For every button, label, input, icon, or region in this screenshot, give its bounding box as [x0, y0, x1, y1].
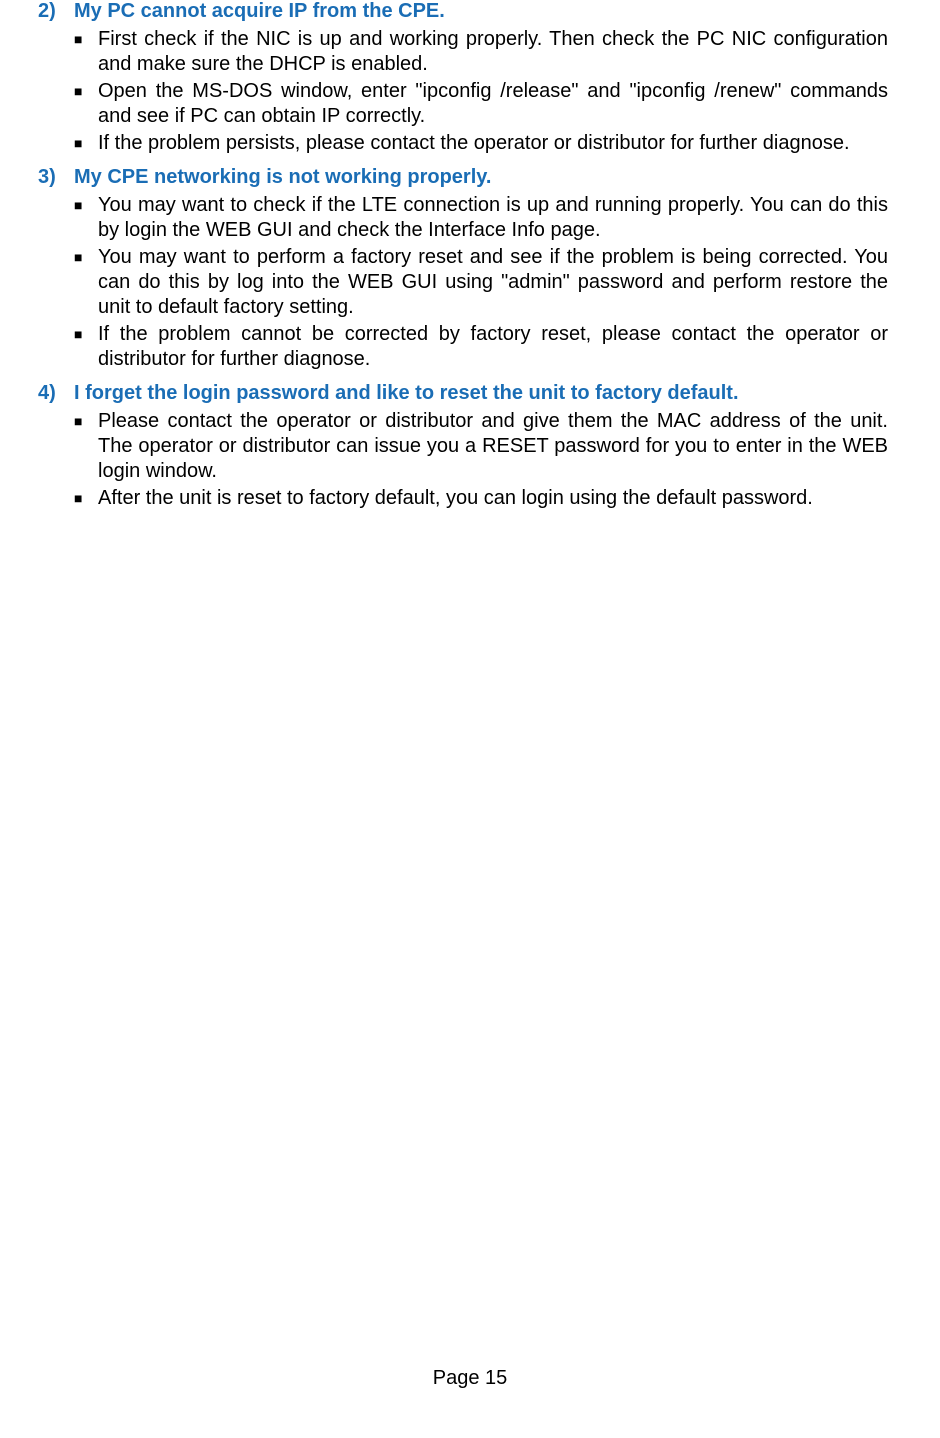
bullet-text: If the problem cannot be corrected by fa… [98, 322, 888, 372]
section-header: 4) I forget the login password and like … [38, 382, 888, 405]
list-item: ■ You may want to check if the LTE conne… [74, 193, 888, 243]
list-item: ■ If the problem persists, please contac… [74, 131, 888, 156]
section-header: 2) My PC cannot acquire IP from the CPE. [38, 0, 888, 23]
square-bullet-icon: ■ [74, 322, 98, 342]
section-number: 2) [38, 0, 74, 23]
bullet-text: After the unit is reset to factory defau… [98, 486, 888, 511]
section-title: My PC cannot acquire IP from the CPE. [74, 0, 888, 23]
list-item: ■ Please contact the operator or distrib… [74, 409, 888, 484]
section-number: 4) [38, 382, 74, 405]
section-header: 3) My CPE networking is not working prop… [38, 166, 888, 189]
faq-section-3: 3) My CPE networking is not working prop… [38, 166, 888, 372]
bullet-text: First check if the NIC is up and working… [98, 27, 888, 77]
bullet-text: Please contact the operator or distribut… [98, 409, 888, 484]
bullet-text: If the problem persists, please contact … [98, 131, 888, 156]
bullet-list: ■ Please contact the operator or distrib… [38, 409, 888, 511]
section-title: I forget the login password and like to … [74, 382, 888, 405]
bullet-list: ■ First check if the NIC is up and worki… [38, 27, 888, 156]
square-bullet-icon: ■ [74, 193, 98, 213]
square-bullet-icon: ■ [74, 79, 98, 99]
bullet-list: ■ You may want to check if the LTE conne… [38, 193, 888, 372]
list-item: ■ If the problem cannot be corrected by … [74, 322, 888, 372]
faq-section-4: 4) I forget the login password and like … [38, 382, 888, 511]
list-item: ■ After the unit is reset to factory def… [74, 486, 888, 511]
bullet-text: You may want to check if the LTE connect… [98, 193, 888, 243]
square-bullet-icon: ■ [74, 27, 98, 47]
list-item: ■ First check if the NIC is up and worki… [74, 27, 888, 77]
document-content: 2) My PC cannot acquire IP from the CPE.… [0, 0, 940, 511]
bullet-text: You may want to perform a factory reset … [98, 245, 888, 320]
section-title: My CPE networking is not working properl… [74, 166, 888, 189]
square-bullet-icon: ■ [74, 245, 98, 265]
list-item: ■ You may want to perform a factory rese… [74, 245, 888, 320]
faq-section-2: 2) My PC cannot acquire IP from the CPE.… [38, 0, 888, 156]
list-item: ■ Open the MS-DOS window, enter "ipconfi… [74, 79, 888, 129]
page-number: Page 15 [0, 1367, 940, 1390]
square-bullet-icon: ■ [74, 409, 98, 429]
square-bullet-icon: ■ [74, 486, 98, 506]
section-number: 3) [38, 166, 74, 189]
bullet-text: Open the MS-DOS window, enter "ipconfig … [98, 79, 888, 129]
square-bullet-icon: ■ [74, 131, 98, 151]
